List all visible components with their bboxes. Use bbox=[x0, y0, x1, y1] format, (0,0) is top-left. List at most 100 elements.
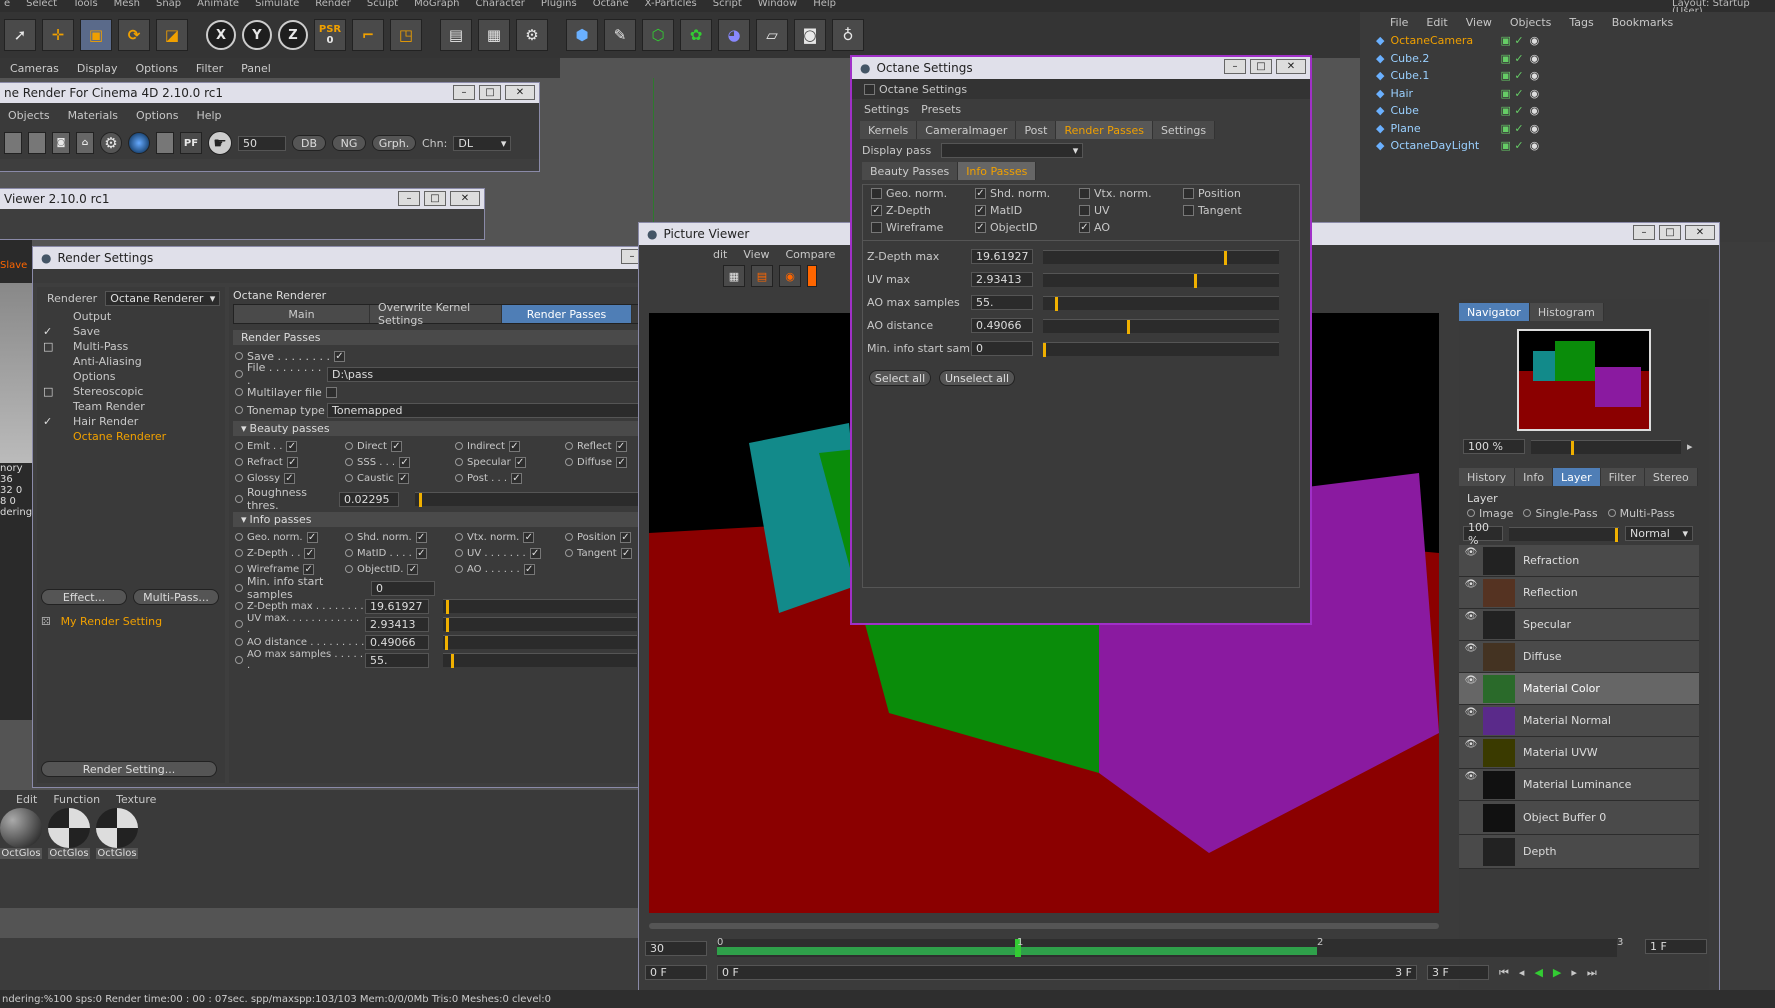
eye-icon[interactable]: 👁 bbox=[1459, 579, 1483, 590]
radio-icon[interactable] bbox=[235, 370, 243, 378]
os-tab-render-passes[interactable]: Render Passes bbox=[1056, 121, 1153, 139]
render-picture-viewer-icon[interactable]: ▦ bbox=[478, 19, 510, 51]
tab-layer[interactable]: Layer bbox=[1552, 468, 1601, 486]
os-param-field[interactable]: 0.49066 bbox=[971, 318, 1033, 333]
menu-item-help[interactable]: Help bbox=[813, 0, 836, 12]
slider-knob[interactable] bbox=[451, 654, 454, 668]
renderer-dropdown[interactable]: Octane Renderer ▾ bbox=[105, 290, 221, 306]
slider-knob[interactable] bbox=[1043, 342, 1046, 357]
object-plane[interactable]: ◆ Plane ▣ ✓ ◉ bbox=[1376, 120, 1775, 138]
graph-button[interactable]: Grph. bbox=[372, 135, 416, 151]
layer-item-depth[interactable]: Depth bbox=[1459, 835, 1699, 869]
slider-knob[interactable] bbox=[1194, 273, 1197, 288]
move-tool-icon[interactable]: ➚ bbox=[4, 19, 36, 51]
menu-item-script[interactable]: Script bbox=[713, 0, 742, 12]
menu-item-x-particles[interactable]: X-Particles bbox=[645, 0, 697, 12]
viewport-menu-panel[interactable]: Panel bbox=[241, 62, 271, 75]
object-tag-icon[interactable]: ◉ bbox=[1530, 69, 1540, 82]
layer-item-material-luminance[interactable]: 👁 Material Luminance bbox=[1459, 769, 1699, 801]
object-tag-icon[interactable]: ◉ bbox=[1530, 87, 1540, 100]
close-button[interactable]: ✕ bbox=[1276, 59, 1306, 74]
material-item[interactable]: OctGlos bbox=[0, 808, 42, 859]
viewport-menu-options[interactable]: Options bbox=[135, 62, 177, 75]
radio-icon[interactable] bbox=[235, 638, 243, 646]
lock-icon[interactable]: ⌂ bbox=[76, 132, 94, 154]
tree-check[interactable]: □ bbox=[43, 385, 67, 398]
os-checkbox[interactable]: ✓ bbox=[975, 188, 986, 199]
menu-item-simulate[interactable]: Simulate bbox=[255, 0, 299, 12]
menu-item-octane[interactable]: Octane bbox=[593, 0, 629, 12]
object-flags[interactable]: ▣ ✓ bbox=[1500, 87, 1523, 100]
slider-knob[interactable] bbox=[1224, 250, 1227, 265]
minimize-button[interactable]: – bbox=[1633, 225, 1655, 240]
radio-icon[interactable] bbox=[565, 458, 573, 466]
beauty-passes-section[interactable]: ▾ Beauty passes bbox=[233, 421, 699, 436]
my-render-setting-item[interactable]: My Render Setting bbox=[61, 615, 163, 628]
slider-knob[interactable] bbox=[1615, 527, 1618, 542]
pass-checkbox[interactable]: ✓ bbox=[286, 440, 298, 452]
zoom-field[interactable]: 100 % bbox=[1463, 439, 1525, 454]
slider-knob[interactable] bbox=[446, 618, 449, 632]
layer-item-diffuse[interactable]: 👁 Diffuse bbox=[1459, 641, 1699, 673]
camera-icon[interactable]: ◙ bbox=[52, 132, 70, 154]
multilayer-checkbox[interactable] bbox=[325, 386, 337, 398]
layer-mode-multi-pass[interactable]: Multi-Pass bbox=[1607, 507, 1675, 520]
os-checkbox[interactable]: ✓ bbox=[1079, 222, 1090, 233]
radio-icon[interactable] bbox=[345, 458, 353, 466]
viewport-menu-filter[interactable]: Filter bbox=[196, 62, 223, 75]
radio-icon[interactable] bbox=[345, 565, 353, 573]
tree-item-multi-pass[interactable]: □ Multi-Pass bbox=[37, 339, 225, 354]
tab-filter[interactable]: Filter bbox=[1600, 468, 1645, 486]
z-axis-lock-icon[interactable]: Z bbox=[278, 20, 308, 50]
close-button[interactable]: ✕ bbox=[505, 85, 535, 100]
os-tab-kernels[interactable]: Kernels bbox=[860, 121, 918, 139]
tab-history[interactable]: History bbox=[1459, 468, 1516, 486]
tab-histogram[interactable]: Histogram bbox=[1529, 303, 1604, 321]
object-tag-icon[interactable]: ◉ bbox=[1530, 52, 1540, 65]
radio-icon[interactable] bbox=[235, 458, 243, 466]
render-value-field[interactable]: 50 bbox=[238, 135, 286, 151]
stop-icon[interactable] bbox=[28, 132, 46, 154]
object-flags[interactable]: ▣ ✓ bbox=[1500, 69, 1523, 82]
layer-item-specular[interactable]: 👁 Specular bbox=[1459, 609, 1699, 641]
radio-icon[interactable] bbox=[345, 533, 353, 541]
play-icon[interactable]: ▸ bbox=[1687, 440, 1693, 453]
radio-icon[interactable] bbox=[235, 406, 243, 414]
slider-knob[interactable] bbox=[1055, 296, 1058, 311]
tab-info[interactable]: Info bbox=[1515, 468, 1553, 486]
move-icon[interactable]: ✛ bbox=[42, 19, 74, 51]
os-menu-settings[interactable]: Settings bbox=[864, 103, 909, 116]
pass-checkbox[interactable]: ✓ bbox=[620, 547, 632, 559]
object-flags[interactable]: ▣ ✓ bbox=[1500, 34, 1523, 47]
layer-item-refraction[interactable]: 👁 Refraction bbox=[1459, 545, 1699, 577]
tree-item-stereoscopic[interactable]: □ Stereoscopic bbox=[37, 384, 225, 399]
os-param-slider[interactable] bbox=[1043, 341, 1279, 357]
radio-icon[interactable] bbox=[345, 442, 353, 450]
radio-icon[interactable] bbox=[235, 495, 243, 503]
frame-field[interactable]: 30 bbox=[645, 940, 707, 956]
radio-icon[interactable] bbox=[235, 442, 243, 450]
object-tag-icon[interactable]: ◉ bbox=[1530, 104, 1540, 117]
tree-check[interactable]: ✓ bbox=[43, 325, 67, 338]
material-menu-edit[interactable]: Edit bbox=[16, 793, 37, 806]
os-param-field[interactable]: 19.61927 bbox=[971, 249, 1033, 264]
coordinate-system-icon[interactable]: ⌐ bbox=[352, 19, 384, 51]
close-button[interactable]: ✕ bbox=[450, 191, 480, 206]
radio-icon[interactable] bbox=[235, 474, 243, 482]
slider-knob[interactable] bbox=[1571, 440, 1574, 455]
layer-item-material-color[interactable]: 👁 Material Color bbox=[1459, 673, 1699, 705]
radio-icon[interactable] bbox=[565, 442, 573, 450]
slider-knob[interactable] bbox=[1127, 319, 1130, 334]
region-icon[interactable] bbox=[156, 132, 174, 154]
pass-checkbox[interactable]: ✓ bbox=[397, 472, 409, 484]
octane-menu-objects[interactable]: Objects bbox=[8, 109, 50, 122]
uv-field[interactable]: 2.93413 bbox=[365, 616, 429, 632]
radio-icon[interactable] bbox=[235, 549, 243, 557]
file-path-field[interactable]: D:\pass bbox=[327, 366, 649, 382]
om-menu-edit[interactable]: Edit bbox=[1426, 16, 1447, 29]
om-menu-objects[interactable]: Objects bbox=[1510, 16, 1552, 29]
floor-icon[interactable]: ▱ bbox=[756, 19, 788, 51]
layer-item-material-uvw[interactable]: 👁 Material UVW bbox=[1459, 737, 1699, 769]
radio-icon[interactable] bbox=[455, 565, 463, 573]
camera-icon[interactable]: ◙ bbox=[794, 19, 826, 51]
